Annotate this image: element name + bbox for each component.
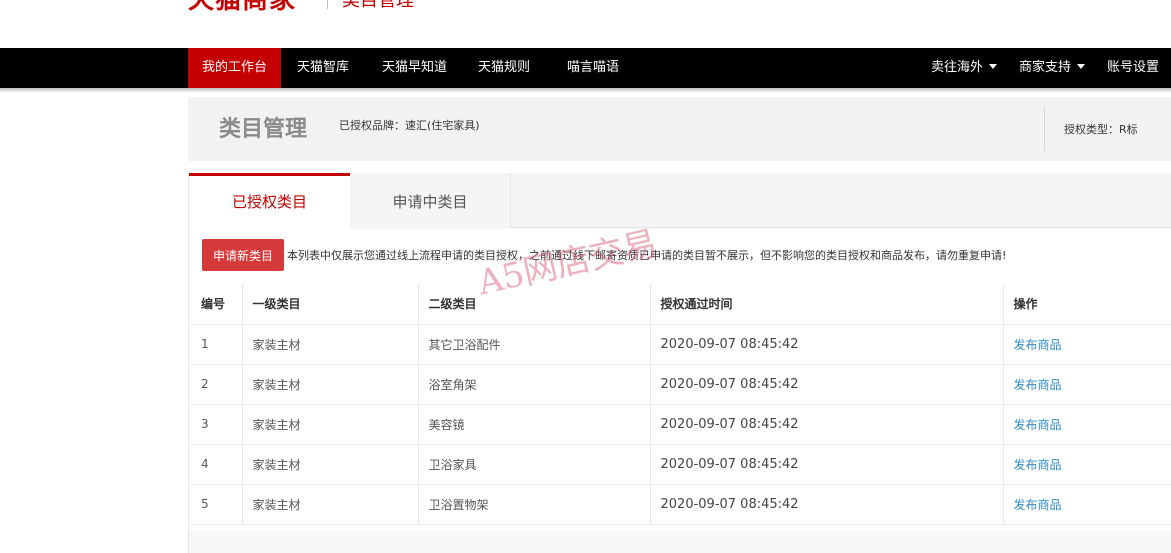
publish-product-link[interactable]: 发布商品 xyxy=(1014,498,1062,512)
col-header-action: 操作 xyxy=(1003,284,1171,325)
nav-merchant-support[interactable]: 商家支持 xyxy=(1019,48,1086,88)
nav-miaoyan[interactable]: 喵言喵语 xyxy=(567,48,619,88)
cell-level1: 家装主材 xyxy=(242,444,419,485)
nav-overseas[interactable]: 卖往海外 xyxy=(931,48,998,88)
cell-auth-time: 2020-09-07 08:45:42 xyxy=(650,484,1004,525)
apply-new-category-button[interactable]: 申请新类目 xyxy=(202,239,284,271)
cell-level1: 家装主材 xyxy=(242,484,419,525)
authorization-type: 授权类型：R标 xyxy=(1064,123,1138,136)
tab-bar: 已授权类目 申请中类目 xyxy=(189,173,1171,229)
chevron-down-icon xyxy=(1077,64,1086,69)
col-header-level1: 一级类目 xyxy=(242,284,419,325)
table-header-row: 编号 一级类目 二级类目 授权通过时间 操作 xyxy=(191,284,1171,325)
cell-level1: 家装主材 xyxy=(242,324,419,365)
nav-zhiku[interactable]: 天猫智库 xyxy=(297,48,349,88)
publish-product-link[interactable]: 发布商品 xyxy=(1014,458,1062,472)
nav-overseas-label: 卖往海外 xyxy=(931,60,984,75)
tab-pending-categories[interactable]: 申请中类目 xyxy=(350,173,511,228)
category-panel: 申请新类目 本列表中仅展示您通过线上流程申请的类目授权，之前通过线下邮寄资质已申… xyxy=(189,229,1171,531)
chevron-down-icon xyxy=(989,64,998,69)
cell-auth-time: 2020-09-07 08:45:42 xyxy=(650,404,1004,445)
table-row: 4 家装主材 卫浴家具 2020-09-07 08:45:42 发布商品 xyxy=(191,444,1171,485)
logo-subtitle: 类目管理 xyxy=(342,0,414,11)
publish-product-link[interactable]: 发布商品 xyxy=(1014,338,1062,352)
cell-id: 1 xyxy=(191,324,243,365)
cell-id: 3 xyxy=(191,404,243,445)
cell-level2: 卫浴家具 xyxy=(418,444,651,485)
table-row: 3 家装主材 美容镜 2020-09-07 08:45:42 发布商品 xyxy=(191,404,1171,445)
table-row: 5 家装主材 卫浴置物架 2020-09-07 08:45:42 发布商品 xyxy=(191,484,1171,525)
page-header: 类目管理 已授权品牌：速汇(住宅家具) 授权类型：R标 xyxy=(188,97,1171,161)
table-row: 2 家装主材 浴室角架 2020-09-07 08:45:42 发布商品 xyxy=(191,364,1171,405)
table-row: 1 家装主材 其它卫浴配件 2020-09-07 08:45:42 发布商品 xyxy=(191,324,1171,365)
cell-level2: 浴室角架 xyxy=(418,364,651,405)
content-area: 已授权类目 申请中类目 申请新类目 本列表中仅展示您通过线上流程申请的类目授权，… xyxy=(188,173,1171,553)
col-header-level2: 二级类目 xyxy=(418,284,651,325)
category-table: 编号 一级类目 二级类目 授权通过时间 操作 1 家装主材 其它卫浴配件 202… xyxy=(191,284,1171,525)
cell-level2: 卫浴置物架 xyxy=(418,484,651,525)
cell-id: 5 xyxy=(191,484,243,525)
header-divider xyxy=(1044,107,1045,151)
logo-strip: 天猫商家 类目管理 xyxy=(0,0,1171,48)
publish-product-link[interactable]: 发布商品 xyxy=(1014,378,1062,392)
nav-workbench[interactable]: 我的工作台 xyxy=(188,48,281,88)
nav-support-label: 商家支持 xyxy=(1019,60,1072,75)
col-header-auth-time: 授权通过时间 xyxy=(650,284,1004,325)
tmall-logo[interactable]: 天猫商家 xyxy=(188,0,296,13)
top-nav: 我的工作台 天猫智库 天猫早知道 天猫规则 喵言喵语 卖往海外 商家支持 账号设… xyxy=(0,48,1171,88)
nav-account-settings[interactable]: 账号设置 xyxy=(1107,48,1159,88)
cell-level1: 家装主材 xyxy=(242,404,419,445)
logo-divider xyxy=(327,0,328,9)
cell-level1: 家装主材 xyxy=(242,364,419,405)
tab-authorized-categories[interactable]: 已授权类目 xyxy=(189,173,350,229)
nav-rules[interactable]: 天猫规则 xyxy=(478,48,530,88)
nav-zaozhidao[interactable]: 天猫早知道 xyxy=(382,48,447,88)
col-header-id: 编号 xyxy=(191,284,243,325)
cell-id: 2 xyxy=(191,364,243,405)
page-title: 类目管理 xyxy=(219,117,308,142)
cell-auth-time: 2020-09-07 08:45:42 xyxy=(650,324,1004,365)
cell-id: 4 xyxy=(191,444,243,485)
nav-shadow xyxy=(0,88,1171,93)
publish-product-link[interactable]: 发布商品 xyxy=(1014,418,1062,432)
cell-auth-time: 2020-09-07 08:45:42 xyxy=(650,444,1004,485)
authorized-brand: 已授权品牌：速汇(住宅家具) xyxy=(339,119,480,132)
cell-level2: 美容镜 xyxy=(418,404,651,445)
notice-text: 本列表中仅展示您通过线上流程申请的类目授权，之前通过线下邮寄资质已申请的类目暂不… xyxy=(287,249,1007,262)
cell-auth-time: 2020-09-07 08:45:42 xyxy=(650,364,1004,405)
cell-level2: 其它卫浴配件 xyxy=(418,324,651,365)
